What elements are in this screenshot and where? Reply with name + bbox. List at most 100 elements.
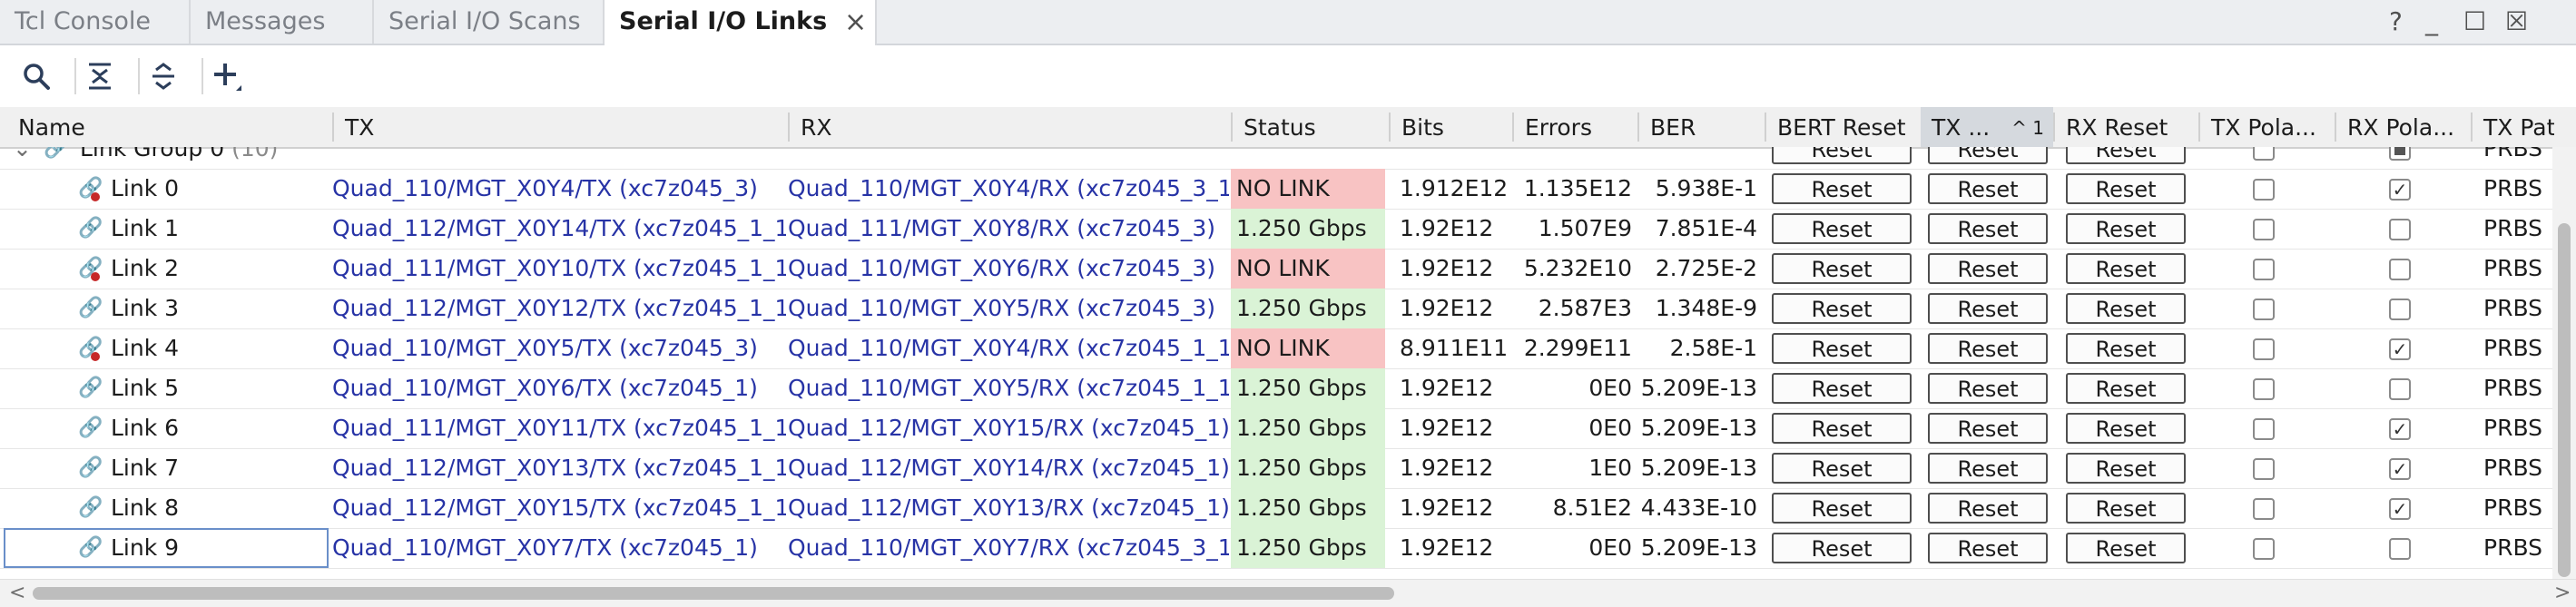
rx-polarity-checkbox[interactable] <box>2389 259 2411 280</box>
rx-polarity-checkbox[interactable]: ✓ <box>2389 418 2411 440</box>
column-header-rx[interactable]: RX <box>790 107 1233 147</box>
column-header-errors[interactable]: Errors <box>1514 107 1639 147</box>
column-header-rx-reset[interactable]: RX Reset <box>2055 107 2200 147</box>
group-tx-pattern[interactable]: PRBS <box>2483 147 2552 169</box>
column-header-ber[interactable]: BER <box>1639 107 1765 147</box>
tab-serial-io-links[interactable]: Serial I/O Links <box>605 0 877 45</box>
tx-polarity-checkbox[interactable] <box>2253 179 2275 201</box>
tab-serial-io-scans[interactable]: Serial I/O Scans <box>374 0 605 44</box>
tx-reset-button[interactable]: Reset <box>1928 413 2048 444</box>
minimize-icon[interactable]: _ <box>2425 0 2438 44</box>
rx-polarity-checkbox[interactable] <box>2389 299 2411 320</box>
column-header-bits[interactable]: Bits <box>1391 107 1514 147</box>
tx-reset-button[interactable]: Reset <box>1928 333 2048 364</box>
column-header-name[interactable]: Name <box>7 107 334 147</box>
rx-reset-button[interactable]: Reset <box>2066 213 2186 244</box>
rx-endpoint-link[interactable]: Quad_112/MGT_X0Y13/RX (xc7z045_1) <box>788 488 1229 528</box>
collapse-all-icon[interactable] <box>80 56 120 96</box>
tx-reset-button[interactable]: Reset <box>1928 533 2048 563</box>
column-header-tx-polarity[interactable]: TX Pola... <box>2200 107 2336 147</box>
table-row[interactable]: 🔗 Link 6 Quad_111/MGT_X0Y11/TX (xc7z045_1_… <box>0 408 2552 449</box>
column-header-tx-pattern[interactable]: TX Pat <box>2473 107 2554 147</box>
table-row[interactable]: 🔗 Link 2 Quad_111/MGT_X0Y10/TX (xc7z045_1_… <box>0 249 2552 289</box>
tx-endpoint-link[interactable]: Quad_110/MGT_X0Y4/TX (xc7z045_3) <box>332 169 786 209</box>
bert-reset-button[interactable]: Reset <box>1772 253 1912 284</box>
tx-endpoint-link[interactable]: Quad_111/MGT_X0Y11/TX (xc7z045_1_1) <box>332 408 786 448</box>
rx-endpoint-link[interactable]: Quad_110/MGT_X0Y7/RX (xc7z045_3_1) <box>788 528 1229 568</box>
tx-pattern-value[interactable]: PRBS <box>2483 408 2552 448</box>
rx-reset-button[interactable]: Reset <box>2066 293 2186 324</box>
table-row[interactable]: 🔗 Link 1 Quad_112/MGT_X0Y14/TX (xc7z045_1_… <box>0 209 2552 250</box>
rx-endpoint-link[interactable]: Quad_110/MGT_X0Y4/RX (xc7z045_3_1) <box>788 169 1229 209</box>
tx-endpoint-link[interactable]: Quad_110/MGT_X0Y5/TX (xc7z045_3) <box>332 328 786 368</box>
tx-polarity-checkbox[interactable] <box>2253 538 2275 560</box>
column-divider[interactable] <box>1637 113 1639 142</box>
bert-reset-button[interactable]: Reset <box>1772 173 1912 204</box>
add-icon[interactable] <box>207 56 247 96</box>
tx-reset-button[interactable]: Reset <box>1928 373 2048 404</box>
table-row[interactable]: 🔗 Link 9 Quad_110/MGT_X0Y7/TX (xc7z045_1) Q… <box>0 528 2552 569</box>
tx-endpoint-link[interactable]: Quad_112/MGT_X0Y14/TX (xc7z045_1_1) <box>332 209 786 249</box>
rx-endpoint-link[interactable]: Quad_112/MGT_X0Y14/RX (xc7z045_1) <box>788 448 1229 488</box>
tx-reset-button[interactable]: Reset <box>1928 213 2048 244</box>
tx-reset-button[interactable]: Reset <box>1928 293 2048 324</box>
column-header-status[interactable]: Status <box>1233 107 1389 147</box>
rx-polarity-checkbox[interactable]: ✓ <box>2389 458 2411 480</box>
tx-polarity-checkbox[interactable] <box>2253 458 2275 480</box>
tx-polarity-checkbox[interactable] <box>2253 299 2275 320</box>
rx-polarity-checkbox[interactable] <box>2389 378 2411 400</box>
table-row[interactable]: 🔗 Link 3 Quad_112/MGT_X0Y12/TX (xc7z045_1_… <box>0 289 2552 329</box>
tx-polarity-checkbox[interactable] <box>2253 498 2275 520</box>
column-divider[interactable] <box>1765 113 1766 142</box>
rx-polarity-checkbox[interactable]: ✓ <box>2389 498 2411 520</box>
help-icon[interactable]: ? <box>2389 0 2403 44</box>
tx-polarity-checkbox[interactable] <box>2253 259 2275 280</box>
bert-reset-button[interactable]: Reset <box>1772 333 1912 364</box>
tx-reset-button[interactable]: Reset <box>1928 253 2048 284</box>
rx-polarity-checkbox[interactable] <box>2389 538 2411 560</box>
column-divider[interactable] <box>1389 113 1391 142</box>
group-rx-polarity-checkbox[interactable] <box>2389 147 2411 161</box>
rx-reset-button[interactable]: Reset <box>2066 533 2186 563</box>
column-divider[interactable] <box>2471 113 2473 142</box>
rx-reset-button[interactable]: Reset <box>2066 453 2186 484</box>
tx-reset-button[interactable]: Reset <box>1928 453 2048 484</box>
tx-reset-button[interactable]: Reset <box>1928 173 2048 204</box>
tx-pattern-value[interactable]: PRBS <box>2483 249 2552 289</box>
tx-pattern-value[interactable]: PRBS <box>2483 209 2552 249</box>
tx-endpoint-link[interactable]: Quad_112/MGT_X0Y15/TX (xc7z045_1_1) <box>332 488 786 528</box>
rx-endpoint-link[interactable]: Quad_110/MGT_X0Y6/RX (xc7z045_3) <box>788 249 1229 289</box>
rx-polarity-checkbox[interactable]: ✓ <box>2389 338 2411 360</box>
table-row[interactable]: 🔗 Link 7 Quad_112/MGT_X0Y13/TX (xc7z045_1_… <box>0 448 2552 489</box>
tab-tcl-console[interactable]: Tcl Console <box>0 0 191 44</box>
rx-reset-button[interactable]: Reset <box>2066 173 2186 204</box>
rx-reset-button[interactable]: Reset <box>2066 413 2186 444</box>
tx-pattern-value[interactable]: PRBS <box>2483 328 2552 368</box>
bert-reset-button[interactable]: Reset <box>1772 453 1912 484</box>
tx-endpoint-link[interactable]: Quad_110/MGT_X0Y7/TX (xc7z045_1) <box>332 528 786 568</box>
group-tx-reset-button[interactable]: Reset <box>1928 147 2048 164</box>
rx-reset-button[interactable]: Reset <box>2066 493 2186 524</box>
column-divider[interactable] <box>1231 113 1233 142</box>
table-row[interactable]: 🔗 Link 0 Quad_110/MGT_X0Y4/TX (xc7z045_3) Q… <box>0 169 2552 210</box>
column-divider[interactable] <box>2198 113 2200 142</box>
table-row[interactable]: 🔗 Link 8 Quad_112/MGT_X0Y15/TX (xc7z045_1_… <box>0 488 2552 529</box>
scroll-left-icon[interactable]: < <box>9 582 25 604</box>
column-divider[interactable] <box>2053 113 2055 142</box>
column-divider[interactable] <box>788 113 790 142</box>
tx-pattern-value[interactable]: PRBS <box>2483 448 2552 488</box>
tx-polarity-checkbox[interactable] <box>2253 418 2275 440</box>
tx-polarity-checkbox[interactable] <box>2253 219 2275 240</box>
tx-endpoint-link[interactable]: Quad_110/MGT_X0Y6/TX (xc7z045_1) <box>332 368 786 408</box>
close-tab-icon[interactable]: × <box>844 0 867 45</box>
bert-reset-button[interactable]: Reset <box>1772 293 1912 324</box>
table-row[interactable]: 🔗 Link 5 Quad_110/MGT_X0Y6/TX (xc7z045_1) Q… <box>0 368 2552 409</box>
tx-reset-button[interactable]: Reset <box>1928 493 2048 524</box>
column-divider[interactable] <box>2335 113 2336 142</box>
column-header-tx[interactable]: TX <box>334 107 790 147</box>
rx-reset-button[interactable]: Reset <box>2066 373 2186 404</box>
tx-pattern-value[interactable]: PRBS <box>2483 169 2552 209</box>
group-rx-reset-button[interactable]: Reset <box>2066 147 2186 164</box>
group-tx-polarity-checkbox[interactable] <box>2253 147 2275 161</box>
bert-reset-button[interactable]: Reset <box>1772 373 1912 404</box>
